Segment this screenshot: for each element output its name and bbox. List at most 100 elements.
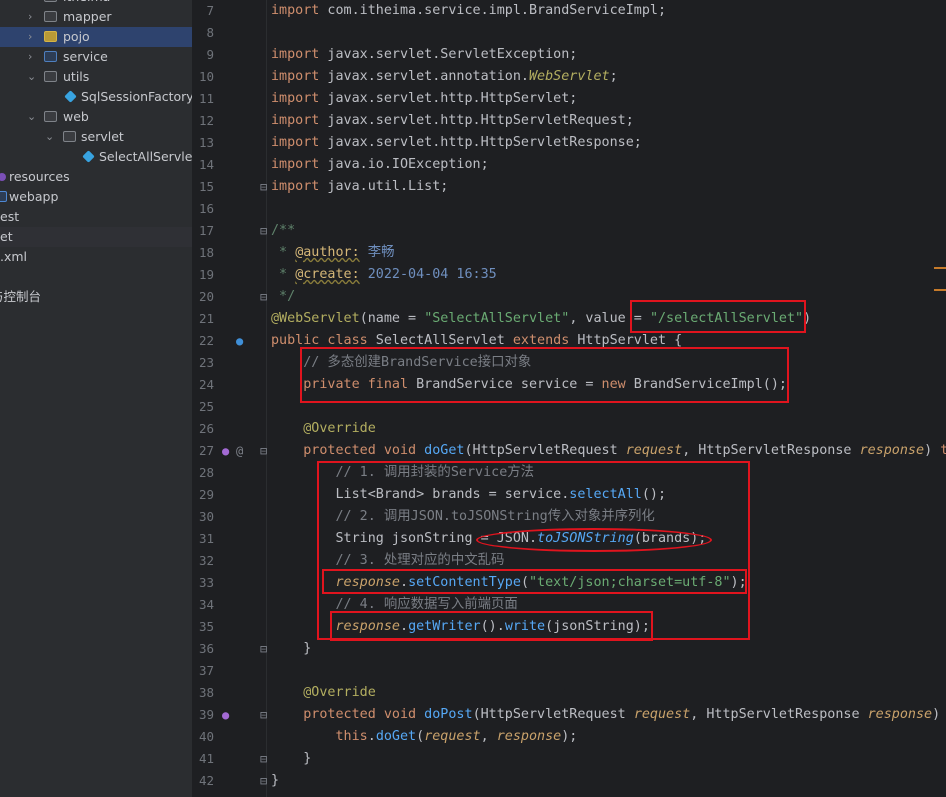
warning-marker <box>934 267 946 269</box>
tree-item-web[interactable]: ⌄ web <box>0 107 192 127</box>
tree-item-label: utils <box>63 69 90 84</box>
code-line-10: import javax.servlet.annotation.WebServl… <box>271 69 618 84</box>
code-editor[interactable]: import com.itheima.service.impl.BrandSer… <box>266 0 946 797</box>
line-number: 29 <box>198 487 214 502</box>
line-number: 19 <box>198 267 214 282</box>
tree-item-pojo[interactable]: › pojo <box>0 27 192 47</box>
line-number: 22 <box>198 333 214 348</box>
chevron-right-icon[interactable]: › <box>28 47 38 67</box>
line-number: 24 <box>198 377 214 392</box>
tree-item-service[interactable]: › service <box>0 47 192 67</box>
folder-package-icon <box>44 111 57 122</box>
line-number: 42 <box>198 773 214 788</box>
line-number: 28 <box>198 465 214 480</box>
editor-gutter: 7 8 9 10 11 12 13 14 15 16 17 18 19 20 21 22 23 24 25 26 27 2… <box>192 0 267 797</box>
tree-item-label: et <box>0 229 13 244</box>
tree-item-target[interactable]: et <box>0 227 192 247</box>
line-number: 20 <box>198 289 214 304</box>
line-number: 12 <box>198 113 214 128</box>
line-number: 40 <box>198 729 214 744</box>
code-line-38: @Override <box>271 685 376 700</box>
line-number: 7 <box>206 3 214 18</box>
code-line-18: * @author: 李畅 <box>271 245 395 260</box>
line-number: 11 <box>198 91 214 106</box>
folder-package-icon <box>44 71 57 82</box>
annotation-box <box>630 300 806 333</box>
tree-item-mapper[interactable]: › mapper <box>0 7 192 27</box>
annotation-box <box>300 347 789 403</box>
annotation-icon[interactable]: @ <box>236 440 243 462</box>
tree-item-label: web <box>63 109 89 124</box>
line-number: 25 <box>198 399 214 414</box>
code-line-36: } <box>271 641 312 656</box>
line-number: 32 <box>198 553 214 568</box>
chevron-down-icon[interactable]: ⌄ <box>27 107 37 127</box>
tree-item-selectallservlet[interactable]: SelectAllServlet <box>0 147 192 167</box>
project-tree-panel: itheima › mapper › pojo › service ⌄ util… <box>0 0 192 797</box>
tree-item-label: SelectAllServlet <box>99 149 192 164</box>
tree-item-test[interactable]: est <box>0 207 192 227</box>
tree-item-resources[interactable]: resources <box>0 167 192 187</box>
tree-item-label: pojo <box>63 29 90 44</box>
annotation-box <box>322 569 747 594</box>
code-line-7: import com.itheima.service.impl.BrandSer… <box>271 3 667 18</box>
line-number: 41 <box>198 751 214 766</box>
tree-item-webapp[interactable]: webapp <box>0 187 192 207</box>
override-icon[interactable]: ● <box>222 704 229 726</box>
line-number: 31 <box>198 531 214 546</box>
warning-marker <box>934 289 946 291</box>
tree-item-label: webapp <box>9 189 59 204</box>
line-number: 10 <box>198 69 214 84</box>
line-number: 9 <box>206 47 214 62</box>
folder-icon <box>63 131 76 142</box>
tree-item-utils[interactable]: ⌄ utils <box>0 67 192 87</box>
tree-item-label: resources <box>9 169 70 184</box>
tree-item-label: mapper <box>63 9 112 24</box>
line-number: 37 <box>198 663 214 678</box>
line-number: 33 <box>198 575 214 590</box>
line-number: 8 <box>206 25 214 40</box>
line-number: 27 <box>198 443 214 458</box>
chevron-down-icon[interactable]: ⌄ <box>45 127 55 147</box>
tree-item-label: .xml <box>0 249 28 264</box>
code-line-17: /** <box>271 223 296 238</box>
code-line-27: protected void doGet(HttpServletRequest … <box>271 443 946 458</box>
code-line-40: this.doGet(request, response); <box>271 729 578 744</box>
chevron-down-icon[interactable]: ⌄ <box>27 67 37 87</box>
code-line-26: @Override <box>271 421 376 436</box>
line-number: 17 <box>198 223 214 238</box>
tree-item-scratches-consoles[interactable]: 与控制台 <box>0 287 192 307</box>
tree-item-label: servlet <box>81 129 124 144</box>
code-line-15: import java.util.List; <box>271 179 449 194</box>
code-line-11: import javax.servlet.http.HttpServlet; <box>271 91 578 106</box>
annotation-box <box>330 611 653 641</box>
web-folder-icon <box>0 191 7 202</box>
folder-package-icon <box>44 11 57 22</box>
chevron-right-icon[interactable]: › <box>28 7 38 27</box>
line-number: 23 <box>198 355 214 370</box>
line-number: 39 <box>198 707 214 722</box>
folder-package-icon <box>44 0 57 2</box>
tree-item-servlet[interactable]: ⌄ servlet <box>0 127 192 147</box>
line-number: 36 <box>198 641 214 656</box>
tree-item-sqlsessionfactoryutils[interactable]: SqlSessionFactoryU <box>0 87 192 107</box>
annotation-oval <box>476 528 712 552</box>
tree-item-label: service <box>63 49 108 64</box>
web-globe-icon[interactable]: ● <box>236 330 243 352</box>
line-number: 38 <box>198 685 214 700</box>
code-line-39: protected void doPost(HttpServletRequest… <box>271 707 941 722</box>
folder-package-icon <box>44 31 57 42</box>
line-number: 18 <box>198 245 214 260</box>
code-line-19: * @create: 2022-04-04 16:35 <box>271 267 497 282</box>
override-icon[interactable]: ● <box>222 440 229 462</box>
code-line-13: import javax.servlet.http.HttpServletRes… <box>271 135 642 150</box>
line-number: 30 <box>198 509 214 524</box>
tree-item-pom-xml[interactable]: .xml <box>0 247 192 267</box>
line-number: 15 <box>198 179 214 194</box>
tree-item-label: itheima <box>63 0 110 7</box>
chevron-right-icon[interactable]: › <box>28 27 38 47</box>
tree-item-label: 与控制台 <box>0 289 42 304</box>
tree-item-itheima[interactable]: itheima <box>0 0 192 7</box>
code-line-9: import javax.servlet.ServletException; <box>271 47 578 62</box>
line-number: 16 <box>198 201 214 216</box>
